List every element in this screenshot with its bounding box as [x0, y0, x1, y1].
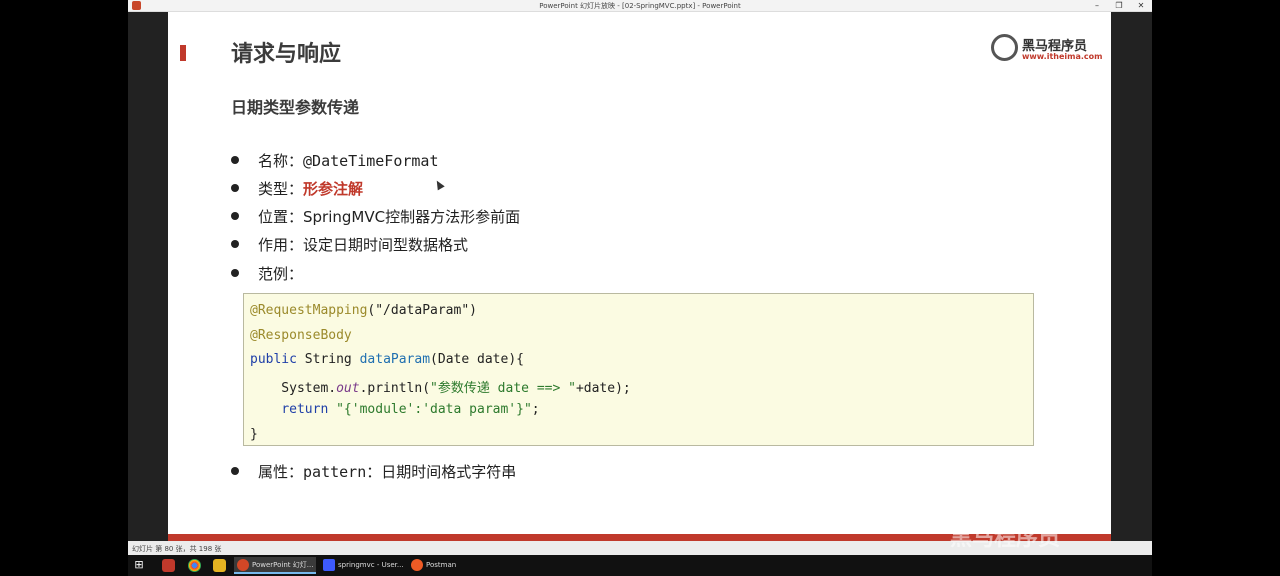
intellij-icon [323, 559, 335, 571]
title-bar: PowerPoint 幻灯片放映 - [02-SpringMVC.pptx] -… [128, 0, 1152, 12]
code-text: ("/dataParam") [367, 303, 477, 318]
bullet-dot [231, 269, 239, 277]
bullet-label: 名称： [258, 152, 304, 170]
code-keyword: return [281, 402, 329, 417]
task-label: Postman [426, 561, 457, 569]
code-line: @RequestMapping("/dataParam") [250, 303, 477, 318]
bullet-dot [231, 467, 239, 475]
postman-icon [411, 559, 423, 571]
code-line: } [250, 427, 258, 442]
code-string: "参数传递 date ==> " [430, 381, 576, 396]
task-label: PowerPoint 幻灯... [252, 561, 314, 569]
bullet-label: 范例： [258, 265, 304, 283]
bullet-value: 形参注解 [303, 180, 364, 198]
windows-start-icon[interactable]: ⊞ [133, 559, 145, 571]
task-label: springmvc - User... [338, 561, 404, 569]
slide: 请求与响应 黑马程序员 www.itheima.com 日期类型参数传递 名称：… [168, 12, 1111, 541]
slide-counter: 幻灯片 第 80 张，共 198 张 [132, 545, 222, 553]
file-explorer-icon[interactable] [213, 559, 226, 572]
itheima-logo: 黑马程序员 www.itheima.com [991, 34, 1111, 64]
bullet-label: 类型： [258, 180, 304, 198]
taskbar-task-intellij[interactable]: springmvc - User... [320, 557, 404, 574]
code-static-field: out [336, 381, 360, 396]
app-icon-1[interactable] [162, 559, 175, 572]
taskbar-task-powerpoint[interactable]: PowerPoint 幻灯... [234, 557, 316, 574]
code-text: System. [250, 381, 337, 396]
windows-taskbar: ⊞ PowerPoint 幻灯... springmvc - User... P… [128, 555, 1152, 576]
code-keyword: public [250, 352, 297, 367]
powerpoint-window: PowerPoint 幻灯片放映 - [02-SpringMVC.pptx] -… [128, 0, 1152, 576]
bullet-value: pattern：日期时间格式字符串 [303, 463, 517, 481]
code-text: (Date date){ [430, 352, 524, 367]
bullet-dot [231, 212, 239, 220]
slide-title: 请求与响应 [231, 42, 342, 67]
code-line: return "{'module':'data param'}"; [250, 402, 540, 417]
bullet-dot [231, 156, 239, 164]
code-line: @ResponseBody [250, 328, 352, 343]
code-text: +date); [575, 381, 631, 396]
window-title: PowerPoint 幻灯片放映 - [02-SpringMVC.pptx] -… [539, 2, 741, 10]
taskbar-task-postman[interactable]: Postman [408, 557, 488, 574]
code-text: ; [531, 402, 540, 417]
bullet-label: 作用： [258, 236, 304, 254]
bullet-dot [231, 240, 239, 248]
powerpoint-icon [237, 559, 249, 571]
close-button[interactable]: ✕ [1130, 0, 1152, 11]
title-accent-bar [180, 45, 186, 61]
bullet-label: 位置： [258, 208, 304, 226]
code-annotation: @ResponseBody [250, 328, 352, 343]
code-line: System.out.println("参数传递 date ==> "+date… [250, 377, 631, 396]
code-text: } [250, 427, 258, 442]
code-method-name: dataParam [359, 352, 431, 367]
slide-area: 请求与响应 黑马程序员 www.itheima.com 日期类型参数传递 名称：… [128, 12, 1152, 541]
code-example-box: @RequestMapping("/dataParam") @ResponseB… [243, 293, 1034, 446]
logo-url: www.itheima.com [1022, 52, 1103, 61]
bullet-value: @DateTimeFormat [303, 152, 439, 170]
logo-icon [991, 34, 1018, 61]
chrome-icon[interactable] [188, 559, 201, 572]
bullet-dot [231, 184, 239, 192]
code-text: String [296, 352, 360, 367]
bullet-value: SpringMVC控制器方法形参前面 [303, 208, 521, 226]
code-line: public String dataParam(Date date){ [250, 352, 524, 367]
restore-button[interactable]: ❐ [1108, 0, 1130, 11]
minimize-button[interactable]: – [1086, 0, 1108, 11]
code-text: .println( [359, 381, 431, 396]
bullet-label: 属性： [258, 463, 304, 481]
code-annotation: @RequestMapping [250, 303, 368, 318]
slide-subtitle: 日期类型参数传递 [231, 98, 360, 117]
watermark: 黑马程序员 [950, 526, 1061, 551]
bullet-value: 设定日期时间型数据格式 [303, 236, 469, 254]
code-string: "{'module':'data param'}" [336, 402, 532, 417]
